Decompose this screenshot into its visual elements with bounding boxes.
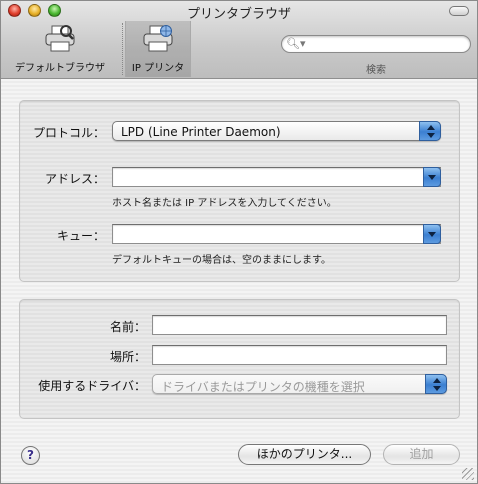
driver-label: 使用するドライバ： [38, 379, 146, 393]
queue-label: キュー： [56, 229, 105, 243]
queue-hint: デフォルトキューの場合は、空のままにします。 [112, 255, 331, 266]
protocol-value: LPD (Line Printer Daemon) [121, 125, 281, 139]
chevron-down-icon[interactable] [423, 167, 441, 187]
address-label: アドレス： [44, 172, 105, 186]
name-field[interactable] [152, 315, 447, 335]
driver-value: ドライバまたはプリンタの機種を選択 [161, 380, 365, 394]
printer-browser-window: プリンタブラウザ デフォルトブラウザ IP プリンタ 🔍︎▾ 検索 プロトコル：… [0, 0, 478, 484]
name-label: 名前： [109, 320, 146, 334]
default-browser-label: デフォルトブラウザ [15, 63, 105, 74]
resize-grip-icon[interactable] [462, 468, 474, 480]
network-printer-icon [143, 25, 173, 52]
popup-arrows-icon [425, 374, 447, 394]
protocol-popup[interactable]: LPD (Line Printer Daemon) [112, 121, 441, 141]
driver-popup[interactable]: ドライバまたはプリンタの機種を選択 [152, 374, 447, 394]
toolbar-separator [122, 23, 123, 75]
search-field[interactable]: 🔍︎▾ [281, 35, 471, 53]
search-icon: 🔍︎▾ [286, 37, 306, 50]
protocol-label: プロトコル： [32, 126, 105, 140]
window-title: プリンタブラウザ [186, 7, 291, 22]
toolbar-toggle-button[interactable] [449, 6, 469, 16]
address-hint: ホスト名または IP アドレスを入力してください。 [112, 198, 337, 209]
add-button[interactable]: 追加 [383, 444, 460, 465]
title-toolbar: プリンタブラウザ デフォルトブラウザ IP プリンタ 🔍︎▾ 検索 [1, 1, 477, 79]
popup-arrows-icon [419, 121, 441, 141]
default-browser-button[interactable]: デフォルトブラウザ [5, 21, 115, 77]
queue-combo-field[interactable] [112, 224, 441, 244]
ip-printer-label: IP プリンタ [131, 63, 185, 74]
help-button[interactable]: ? [21, 446, 40, 465]
search-label: 検索 [366, 65, 386, 76]
address-combo-field[interactable] [112, 167, 441, 187]
other-printers-button[interactable]: ほかのプリンタ... [238, 444, 371, 465]
location-label: 場所： [109, 350, 146, 364]
chevron-down-icon[interactable] [423, 224, 441, 244]
location-field[interactable] [152, 345, 447, 365]
ip-printer-button[interactable]: IP プリンタ [125, 21, 191, 77]
printer-icon [45, 25, 75, 52]
